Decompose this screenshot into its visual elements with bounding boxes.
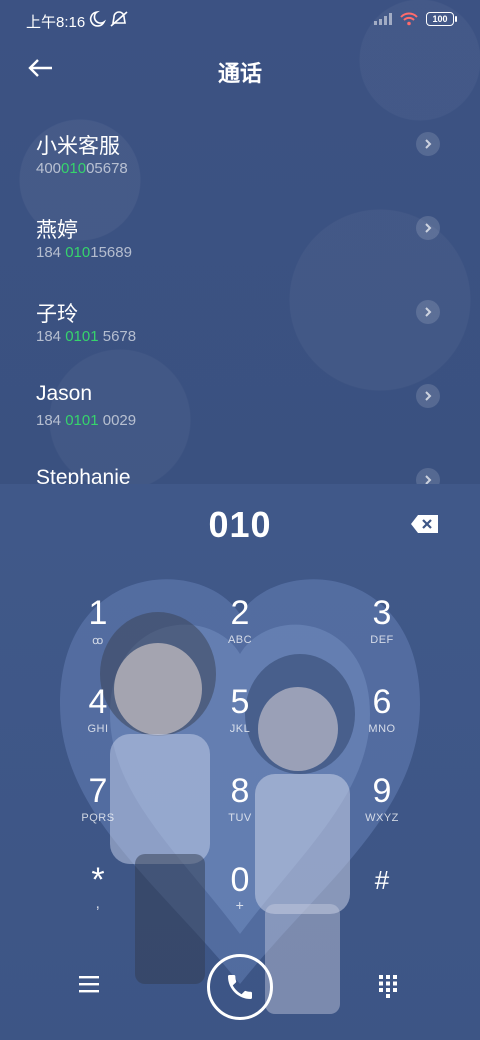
key-3[interactable]: 3 DEF [322,594,442,674]
key-0[interactable]: 0 + [180,861,300,941]
key-2[interactable]: 2 ABC [180,594,300,674]
status-bar: 上午8:16 100 [0,0,480,40]
dialer-actions [0,952,480,1024]
contact-name: Stephanie [36,466,131,484]
key-4[interactable]: 4 GHI [38,683,158,763]
contact-number: 184 0101 0029 [36,412,137,429]
key-8[interactable]: 8 TUV [180,772,300,852]
chevron-right-icon [425,139,432,149]
detail-button[interactable] [416,132,440,156]
key-7[interactable]: 7 PQRS [38,772,158,852]
chevron-right-icon [425,475,432,484]
key-9[interactable]: 9 WXYZ [322,772,442,852]
voicemail-icon: ꝏ [92,635,104,647]
chevron-right-icon [425,391,432,401]
contact-name: 小米客服 [36,135,120,158]
dialed-number: 010 [208,504,272,545]
contact-name: Jason [36,382,93,405]
header: 通话 [0,40,480,98]
phone-icon [228,975,252,999]
wifi-icon [400,12,418,26]
backspace-button[interactable] [410,514,440,534]
list-item[interactable]: 子玲 184 0101 5678 [0,280,480,364]
menu-button[interactable] [78,974,104,1000]
key-5[interactable]: 5 JKL [180,683,300,763]
backspace-icon [411,515,438,533]
key-hash[interactable]: # [322,861,442,941]
detail-button[interactable] [416,468,440,484]
detail-button[interactable] [416,300,440,324]
dialpad-icon [379,975,397,998]
mute-bell-icon [110,11,128,27]
page-title: 通话 [217,61,262,86]
contact-name: 燕婷 [36,219,78,242]
moon-icon [89,10,128,27]
list-item[interactable]: 小米客服 40001005678 [0,112,480,196]
list-item[interactable]: Jason 184 0101 0029 [0,364,480,448]
contact-number: 40001005678 [36,160,128,177]
list-item[interactable]: Stephanie [0,448,480,484]
menu-icon [79,976,99,993]
status-time: 上午8:16 [26,14,86,31]
key-star[interactable]: *, [38,861,158,941]
chevron-right-icon [425,307,432,317]
call-button[interactable] [207,954,273,1020]
signal-icon [374,13,392,25]
status-indicators [88,10,130,32]
chevron-right-icon [425,223,432,233]
contact-number: 184 0101 5678 [36,328,137,345]
detail-button[interactable] [416,384,440,408]
dialpad-toggle-button[interactable] [378,974,400,1000]
list-item[interactable]: 燕婷 184 01015689 [0,196,480,280]
dialer-panel: 010 1ꝏ 2 ABC 3 DEF 4 GHI 5 JKL 6 MNO 7 PQRS 8T… [0,484,480,1040]
key-6[interactable]: 6 MNO [322,683,442,763]
battery-icon: 100 [426,12,457,26]
detail-button[interactable] [416,216,440,240]
contact-name: 子玲 [36,303,78,326]
contact-list[interactable]: 小米客服 40001005678 燕婷 184 01015689 子玲 184 … [0,112,480,484]
contact-number: 184 01015689 [36,244,132,261]
key-1[interactable]: 1ꝏ [38,594,158,674]
